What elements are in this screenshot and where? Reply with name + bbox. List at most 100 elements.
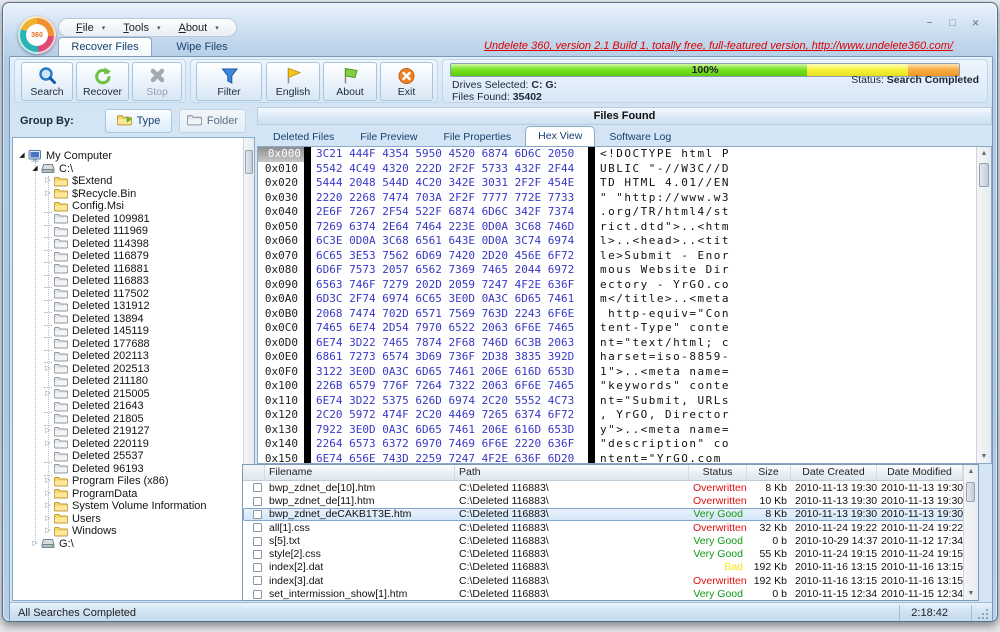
tree-item-deleted-219127[interactable]: ▷Deleted 219127 xyxy=(13,425,254,438)
exit-button[interactable]: Exit xyxy=(380,62,433,101)
expander-icon[interactable]: ◢ xyxy=(30,163,40,175)
tree-item-deleted-215005[interactable]: ▷Deleted 215005 xyxy=(13,388,254,401)
recover-button[interactable]: Recover xyxy=(76,62,129,101)
tree-item-deleted-116883[interactable]: Deleted 116883 xyxy=(13,275,254,288)
search-button[interactable]: Search xyxy=(21,62,73,101)
tab-deleted-files[interactable]: Deleted Files xyxy=(261,129,346,146)
hex-row[interactable]: 0x0706C65 3E53 7562 6D69 7420 2D20 456E … xyxy=(258,249,991,264)
group-by-type-button[interactable]: Type xyxy=(105,109,172,133)
about-button[interactable]: About xyxy=(323,62,377,101)
hex-row[interactable]: 0x0C07465 6E74 2D54 7970 6522 2063 6F6E … xyxy=(258,321,991,336)
hex-row[interactable]: 0x0B02068 7474 702D 6571 7569 763D 2243 … xyxy=(258,307,991,322)
tab-file-preview[interactable]: File Preview xyxy=(348,129,429,146)
expander-icon[interactable]: ◢ xyxy=(17,150,27,162)
table-row[interactable]: bwp_zdnet_de[11].htmC:\Deleted 116883\Ov… xyxy=(243,494,978,507)
hex-row[interactable]: 0x0F03122 3E0D 0A3C 6D65 7461 206E 616D … xyxy=(258,365,991,380)
tree-item-deleted-25537[interactable]: Deleted 25537 xyxy=(13,450,254,463)
version-link[interactable]: Undelete 360, version 2.1 Build 1, total… xyxy=(484,40,953,52)
tree-item-deleted-116879[interactable]: Deleted 116879 xyxy=(13,250,254,263)
filter-button[interactable]: Filter xyxy=(196,62,262,101)
tree-item-windows[interactable]: ▷Windows xyxy=(13,525,254,538)
scroll-up-button[interactable]: ▲ xyxy=(964,465,978,478)
row-checkbox[interactable] xyxy=(253,550,262,559)
hex-row[interactable]: 0x0D06E74 3D22 7465 7874 2F68 746D 6C3B … xyxy=(258,336,991,351)
minimize-button[interactable] xyxy=(923,17,936,29)
hex-row[interactable]: 0x0606C3E 0D0A 3C68 6561 643E 0D0A 3C74 … xyxy=(258,234,991,249)
resize-grip[interactable] xyxy=(976,607,990,621)
tree-item-deleted-202113[interactable]: Deleted 202113 xyxy=(13,350,254,363)
expander-icon[interactable]: ▷ xyxy=(43,500,53,512)
scrollbar-thumb[interactable] xyxy=(966,482,975,502)
row-checkbox[interactable] xyxy=(253,497,262,506)
group-by-folder-button[interactable]: Folder xyxy=(179,109,246,133)
tree-item-my-computer[interactable]: ◢My Computer xyxy=(13,150,254,163)
tab-wipe-files[interactable]: Wipe Files xyxy=(152,37,252,56)
menu-item-about[interactable]: About▾ xyxy=(169,22,227,34)
table-row[interactable]: set_intermission_show[1].htmC:\Deleted 1… xyxy=(243,587,978,600)
tree-item-deleted-13894[interactable]: Deleted 13894 xyxy=(13,313,254,326)
scroll-down-button[interactable]: ▼ xyxy=(964,587,978,600)
expander-icon[interactable]: ▷ xyxy=(43,425,53,437)
column-header-date-created[interactable]: Date Created xyxy=(791,465,877,480)
hex-row[interactable]: 0x0806D6F 7573 2057 6562 7369 7465 2044 … xyxy=(258,263,991,278)
table-scrollbar[interactable]: ▲ ▼ xyxy=(963,465,978,600)
tree-item-deleted-109981[interactable]: Deleted 109981 xyxy=(13,213,254,226)
hex-row[interactable]: 0x0906563 746F 7279 202D 2059 7247 4F2E … xyxy=(258,278,991,293)
hex-row[interactable]: 0x1106E74 3D22 5375 626D 6974 2C20 5552 … xyxy=(258,394,991,409)
tab-hex-view[interactable]: Hex View xyxy=(525,126,595,146)
language-button[interactable]: English xyxy=(266,62,320,101)
expander-icon[interactable]: ▷ xyxy=(43,475,53,487)
expander-icon[interactable]: ▷ xyxy=(43,525,53,537)
column-header-path[interactable]: Path xyxy=(455,465,689,480)
column-header-status[interactable]: Status xyxy=(689,465,747,480)
tree-item-deleted-202513[interactable]: ▷Deleted 202513 xyxy=(13,363,254,376)
hex-row[interactable]: 0x0105542 4C49 4320 222D 2F2F 5733 432F … xyxy=(258,162,991,177)
expander-icon[interactable]: ▷ xyxy=(43,363,53,375)
tab-recover-files[interactable]: Recover Files xyxy=(58,37,152,56)
hex-row[interactable]: 0x1307922 3E0D 0A3C 6D65 7461 206E 616D … xyxy=(258,423,991,438)
expander-icon[interactable]: ▷ xyxy=(43,175,53,187)
row-checkbox[interactable] xyxy=(253,523,262,532)
tree-item-deleted-131912[interactable]: Deleted 131912 xyxy=(13,300,254,313)
tree-item-extend[interactable]: ▷$Extend xyxy=(13,175,254,188)
hex-row[interactable]: 0x0E06861 7273 6574 3D69 736F 2D38 3835 … xyxy=(258,350,991,365)
hex-row[interactable]: 0x0003C21 444F 4354 5950 4520 6874 6D6C … xyxy=(258,147,991,162)
tree-item-deleted-111969[interactable]: Deleted 111969 xyxy=(13,225,254,238)
scrollbar-thumb[interactable] xyxy=(245,150,253,174)
scroll-up-button[interactable]: ▲ xyxy=(977,147,991,160)
hex-row[interactable]: 0x0507269 6374 2E64 7464 223E 0D0A 3C68 … xyxy=(258,220,991,235)
tab-file-properties[interactable]: File Properties xyxy=(431,129,523,146)
expander-icon[interactable]: ▷ xyxy=(43,388,53,400)
tree-item-config-msi[interactable]: Config.Msi xyxy=(13,200,254,213)
table-row[interactable]: style[2].cssC:\Deleted 116883\Very Good5… xyxy=(243,547,978,560)
hex-row[interactable]: 0x1402264 6573 6372 6970 7469 6F6E 2220 … xyxy=(258,437,991,452)
table-row[interactable]: bwp_zdnet_deCAKB1T3E.htmC:\Deleted 11688… xyxy=(243,508,978,521)
tree-item-g[interactable]: ▷G:\ xyxy=(13,538,254,551)
tree-item-deleted-21643[interactable]: Deleted 21643 xyxy=(13,400,254,413)
tree-item-system-volume-information[interactable]: ▷System Volume Information xyxy=(13,500,254,513)
expander-icon[interactable]: ▷ xyxy=(43,188,53,200)
expander-icon[interactable]: ▷ xyxy=(30,538,40,550)
tree-item-deleted-116881[interactable]: Deleted 116881 xyxy=(13,263,254,276)
hex-row[interactable]: 0x100226B 6579 776F 7264 7322 2063 6F6E … xyxy=(258,379,991,394)
tree-item-deleted-211180[interactable]: Deleted 211180 xyxy=(13,375,254,388)
stop-button[interactable]: Stop xyxy=(132,62,182,101)
row-checkbox[interactable] xyxy=(253,576,262,585)
tree-item-recycle-bin[interactable]: ▷$Recycle.Bin xyxy=(13,188,254,201)
menu-item-file[interactable]: File▾ xyxy=(67,22,114,34)
hex-row[interactable]: 0x0302220 2268 7474 703A 2F2F 7777 772E … xyxy=(258,191,991,206)
hex-row[interactable]: 0x0402E6F 7267 2F54 522F 6874 6D6C 342F … xyxy=(258,205,991,220)
tree-item-deleted-96193[interactable]: Deleted 96193 xyxy=(13,463,254,476)
table-row[interactable]: bwp_zdnet_de[10].htmC:\Deleted 116883\Ov… xyxy=(243,481,978,494)
scrollbar-thumb[interactable] xyxy=(979,163,989,187)
expander-icon[interactable]: ▷ xyxy=(43,488,53,500)
scroll-down-button[interactable]: ▼ xyxy=(977,450,991,463)
expander-icon[interactable]: ▷ xyxy=(43,513,53,525)
row-checkbox[interactable] xyxy=(253,563,262,572)
expander-icon[interactable]: ▷ xyxy=(43,438,53,450)
close-button[interactable] xyxy=(969,17,982,29)
tree-item-deleted-145119[interactable]: Deleted 145119 xyxy=(13,325,254,338)
tree-item-deleted-21805[interactable]: Deleted 21805 xyxy=(13,413,254,426)
table-row[interactable]: index[3].datC:\Deleted 116883\Overwritte… xyxy=(243,574,978,587)
tree-item-deleted-177688[interactable]: Deleted 177688 xyxy=(13,338,254,351)
